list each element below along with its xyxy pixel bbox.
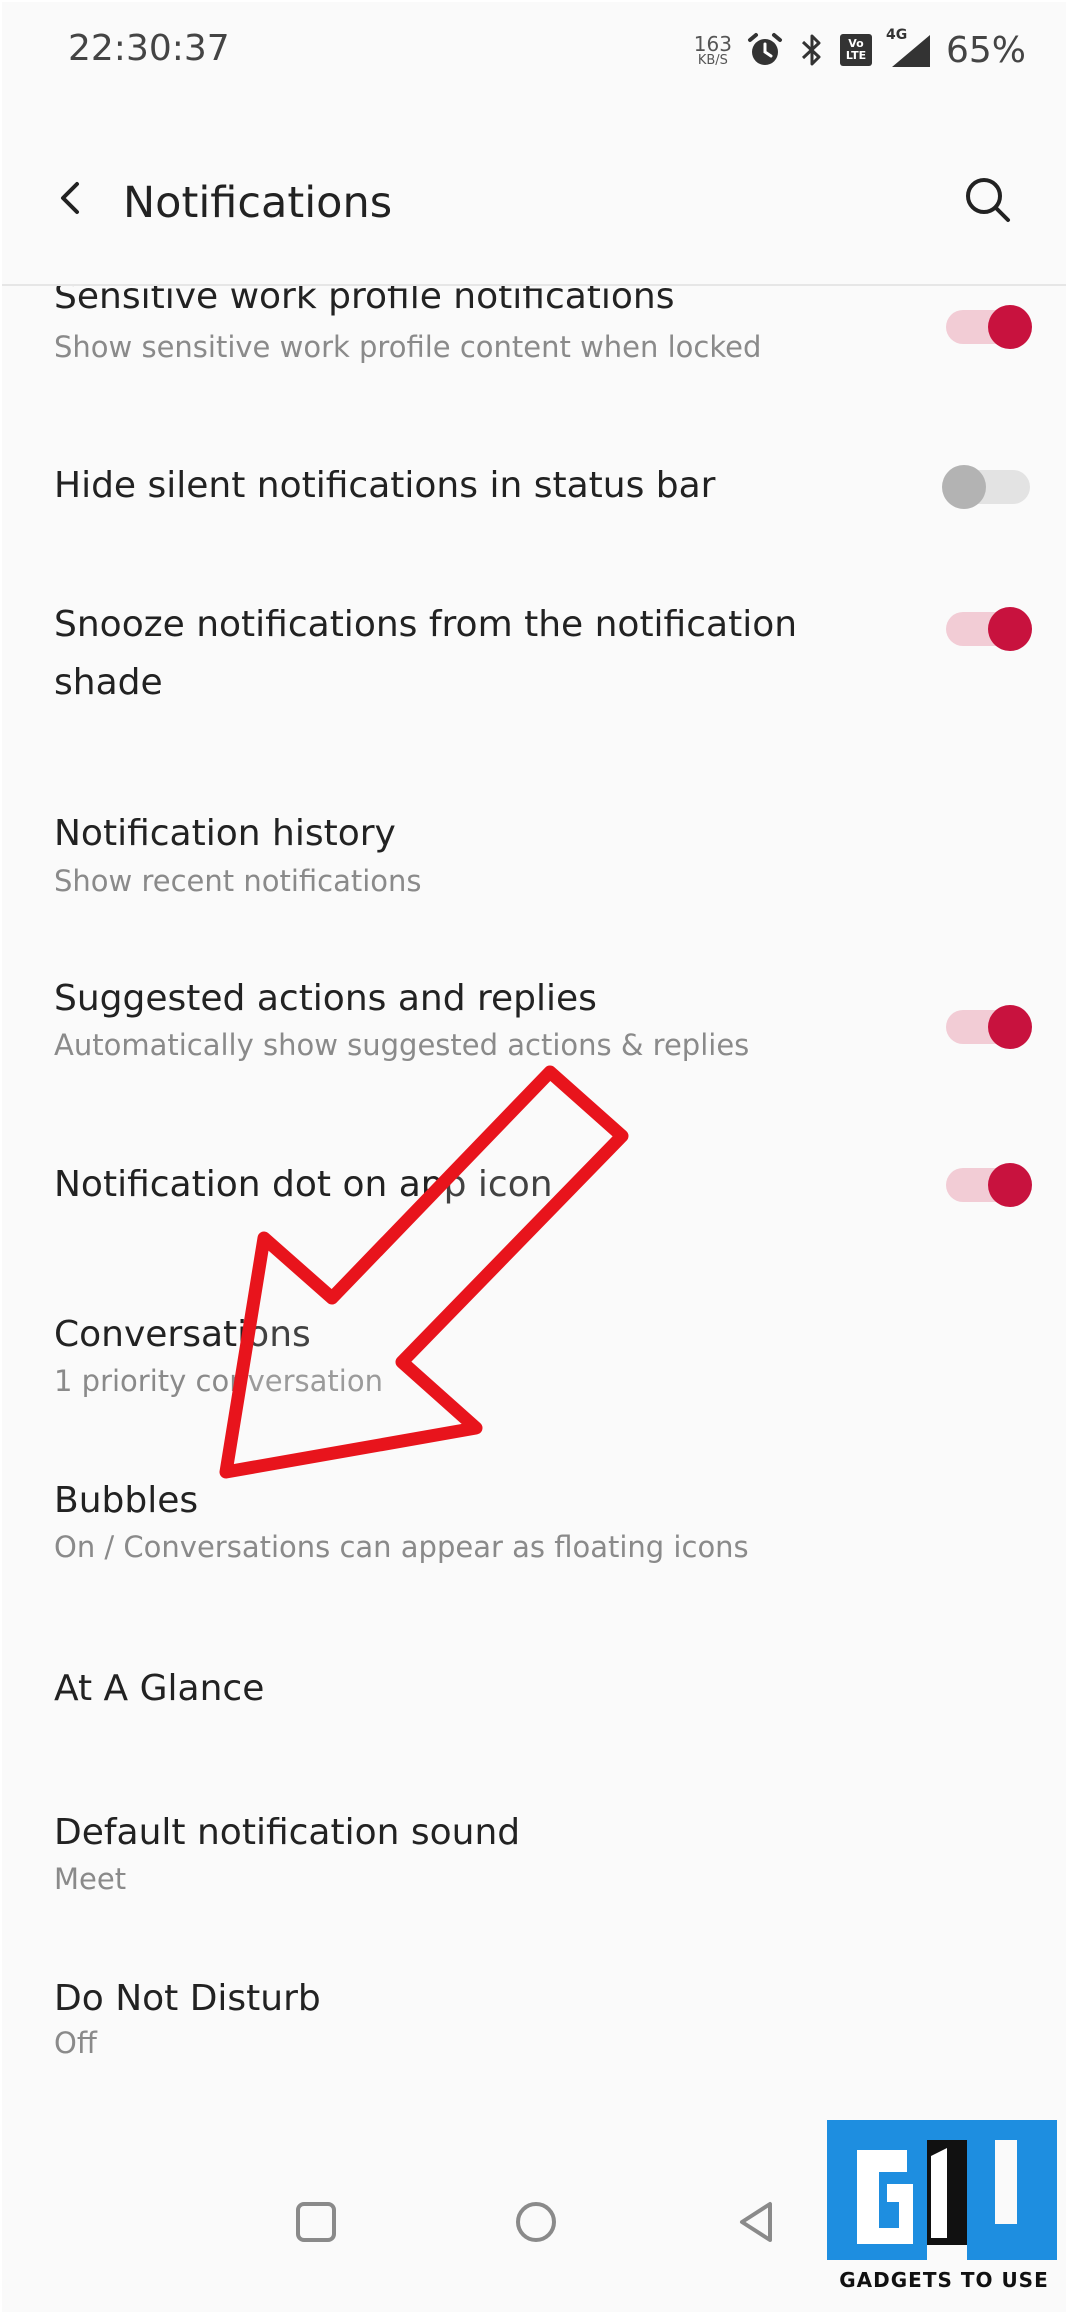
status-time: 22:30:37 (68, 28, 230, 69)
watermark-text: GADGETS TO USE (839, 2268, 1049, 2292)
setting-subtitle: Off (54, 2026, 97, 2060)
setting-title: Conversations (54, 1314, 311, 1355)
setting-title: Do Not Disturb (54, 1978, 321, 2019)
recents-square-icon (296, 2202, 336, 2242)
bluetooth-icon (801, 34, 821, 66)
network-speed-value: 163 (693, 31, 732, 56)
setting-title: Bubbles (54, 1480, 199, 1521)
suggested-actions-toggle[interactable] (942, 1000, 1032, 1052)
setting-title: Notification dot on app icon (54, 1164, 553, 1205)
setting-subtitle: Meet (54, 1862, 127, 1896)
status-bar: 22:30:37 163 KB/S Vo LTE 4G 65% (2, 2, 1066, 98)
page-title: Notifications (123, 178, 393, 228)
home-circle-icon (516, 2202, 556, 2242)
back-button[interactable] (46, 174, 94, 222)
setting-subtitle: Show recent notifications (54, 864, 422, 898)
setting-notification-history[interactable]: Notification history Show recent notific… (2, 796, 1066, 926)
back-nav-button[interactable] (724, 2190, 788, 2254)
setting-subtitle: On / Conversations can appear as floatin… (54, 1530, 749, 1564)
signal-icon: 4G (886, 27, 932, 69)
arrow-back-icon (61, 182, 79, 214)
snooze-notifications-toggle[interactable] (942, 602, 1032, 654)
battery-level: 65% (945, 29, 1026, 71)
setting-default-notification-sound[interactable]: Default notification sound Meet (2, 1804, 1066, 1934)
network-speed-unit: KB/S (697, 52, 728, 68)
status-icons: 163 KB/S Vo LTE 4G 65% (694, 26, 1026, 74)
setting-do-not-disturb[interactable]: Do Not Disturb Off (2, 1970, 1066, 2100)
setting-subtitle: Show sensitive work profile content when… (54, 330, 762, 364)
volte-icon: Vo LTE (839, 34, 872, 66)
notification-dot-toggle[interactable] (942, 1158, 1032, 1210)
setting-sensitive-work-profile[interactable]: Sensitive work profile notifications Sho… (2, 286, 1066, 404)
volte-icon-bottom: LTE (845, 49, 867, 62)
setting-title: Sensitive work profile notifications (54, 286, 675, 317)
alarm-icon (747, 33, 782, 65)
setting-bubbles[interactable]: Bubbles On / Conversations can appear as… (2, 1472, 1066, 1602)
app-bar: Notifications (2, 98, 1066, 286)
setting-title: Hide silent notifications in status bar (54, 465, 716, 506)
search-button[interactable] (960, 172, 1016, 228)
setting-subtitle: Automatically show suggested actions & r… (54, 1028, 750, 1062)
setting-hide-silent-notifications[interactable]: Hide silent notifications in status bar (2, 426, 1066, 556)
setting-at-a-glance[interactable]: At A Glance (2, 1646, 1066, 1766)
back-triangle-icon (740, 2202, 772, 2242)
recents-button[interactable] (284, 2190, 348, 2254)
setting-subtitle: 1 priority conversation (54, 1364, 383, 1398)
search-icon (966, 178, 1010, 222)
gadgets-to-use-logo: GADGETS TO USE (817, 2120, 1066, 2312)
phone-screen: 22:30:37 163 KB/S Vo LTE 4G 65% Notifica… (2, 2, 1066, 2312)
setting-title: At A Glance (54, 1668, 265, 1709)
setting-title: Default notification sound (54, 1812, 521, 1853)
setting-notification-dot[interactable]: Notification dot on app icon (2, 1132, 1066, 1262)
setting-title: Notification history (54, 813, 396, 854)
setting-title: Snooze notifications from the notificati… (54, 604, 798, 703)
setting-suggested-actions[interactable]: Suggested actions and replies Automatica… (2, 962, 1066, 1092)
sensitive-work-profile-toggle[interactable] (942, 300, 1032, 352)
setting-title: Suggested actions and replies (54, 978, 597, 1019)
hide-silent-notifications-toggle[interactable] (942, 460, 1032, 512)
settings-list: Sensitive work profile notifications Sho… (2, 286, 1066, 2116)
home-button[interactable] (504, 2190, 568, 2254)
setting-conversations[interactable]: Conversations 1 priority conversation (2, 1306, 1066, 1436)
setting-snooze-notifications[interactable]: Snooze notifications from the notificati… (2, 576, 1066, 746)
network-speed: 163 KB/S (694, 34, 732, 67)
